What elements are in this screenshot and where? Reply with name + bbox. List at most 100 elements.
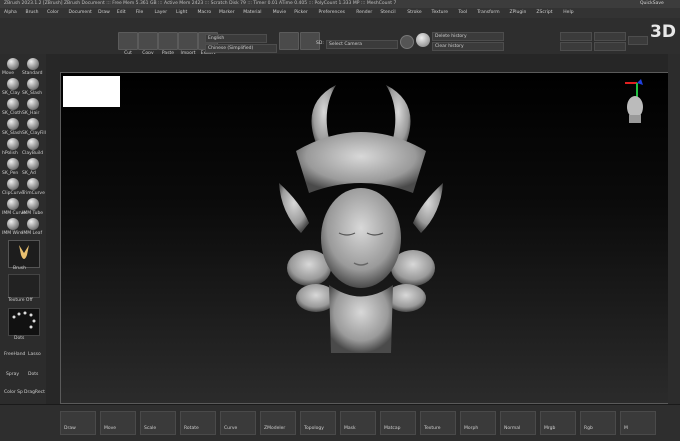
menu-alpha[interactable]: Alpha	[4, 10, 17, 15]
brush-claybuild[interactable]: ClayBuild	[22, 138, 43, 156]
stroke-preview[interactable]	[8, 308, 40, 336]
menu-draw[interactable]: Draw	[98, 10, 110, 15]
paste-button[interactable]: Paste	[158, 32, 178, 56]
freehand-button[interactable]: FreeHand	[4, 352, 25, 357]
bottom-button-move[interactable]: Move	[100, 411, 136, 435]
tray-field-2[interactable]	[594, 32, 626, 41]
bottom-button-scale[interactable]: Scale	[140, 411, 176, 435]
menu-document[interactable]: Document	[69, 10, 92, 15]
menu-brush[interactable]: Brush	[26, 10, 39, 15]
brush-sk-hair[interactable]: SK_Hair	[22, 98, 42, 116]
colorspray-button[interactable]: Color Sp	[4, 390, 23, 395]
language-field[interactable]: English	[205, 34, 267, 43]
sphere-icon[interactable]	[416, 33, 430, 47]
history-field-a[interactable]: Delete history	[432, 32, 504, 41]
menu-tool[interactable]: Tool	[458, 10, 467, 15]
menu-transform[interactable]: Transform	[477, 10, 499, 15]
bottom-button-topology[interactable]: Topology	[300, 411, 336, 435]
bottom-button-rgb[interactable]: Rgb	[580, 411, 616, 435]
menu-zscript[interactable]: ZScript	[536, 10, 552, 15]
brush-standard[interactable]: Standard	[22, 58, 42, 76]
bottom-button-label: M	[624, 426, 628, 431]
brush-sk-ad[interactable]: SK_Ad	[22, 158, 42, 176]
brush-imm-wire[interactable]: IMM Wire	[2, 218, 23, 236]
camera-icon[interactable]	[400, 35, 414, 49]
brush-move[interactable]: Move	[2, 58, 22, 76]
menu-macro[interactable]: Macro	[198, 10, 212, 15]
menu-stencil[interactable]: Stencil	[380, 10, 395, 15]
dots-button[interactable]: Dots	[28, 372, 38, 377]
texture-preview[interactable]	[8, 274, 40, 298]
brush-sk-clayfill[interactable]: SK_ClayFill	[22, 118, 46, 136]
document-canvas[interactable]	[60, 72, 669, 404]
lasso-button[interactable]: Lasso	[28, 352, 41, 357]
menu-layer[interactable]: Layer	[155, 10, 168, 15]
select-camera-field[interactable]: Select Camera	[326, 40, 398, 49]
bottom-button-rotate[interactable]: Rotate	[180, 411, 216, 435]
bottom-button-zmodeler[interactable]: ZModeler	[260, 411, 296, 435]
language-sub-field[interactable]: Chinese (Simplified)	[205, 44, 277, 53]
bottom-button-matcap[interactable]: Matcap	[380, 411, 416, 435]
tray-field-4[interactable]	[594, 42, 626, 51]
menu-bar: Alpha Brush Color Document Draw Edit File Layer…	[0, 8, 680, 18]
stroke-label: Dots	[14, 336, 25, 341]
bottom-button-mrgb[interactable]: Mrgb	[540, 411, 576, 435]
brush-sk-slash[interactable]: SK_Slash	[22, 78, 42, 96]
dragrect-button[interactable]: DragRect	[24, 390, 45, 395]
brush-sk-cloth[interactable]: SK_Cloth	[2, 98, 22, 116]
bottom-button-label: Scale	[144, 426, 157, 431]
cut-button[interactable]: Cut	[118, 32, 138, 56]
bottom-button-label: Texture	[424, 426, 441, 431]
copy-button[interactable]: Copy	[138, 32, 158, 56]
bottom-button-texture[interactable]: Texture	[420, 411, 456, 435]
navigation-head-icon[interactable]	[621, 79, 651, 125]
menu-texture[interactable]: Texture	[432, 10, 448, 15]
bottom-button-morph[interactable]: Morph	[460, 411, 496, 435]
tray-field-3[interactable]	[560, 42, 592, 51]
menu-file[interactable]: File	[136, 10, 144, 15]
texture-label: Texture Off	[8, 298, 33, 303]
brush-imm-curve[interactable]: IMM Curve	[2, 198, 26, 216]
current-brush-preview[interactable]	[8, 240, 40, 268]
menu-color[interactable]: Color	[47, 10, 59, 15]
menu-material[interactable]: Material	[243, 10, 261, 15]
brush-trimcurve[interactable]: TrimCurve	[22, 178, 45, 196]
spray-button[interactable]: Spray	[6, 372, 19, 377]
right-shelf	[668, 54, 680, 420]
brush-sk-clay[interactable]: SK_Clay	[2, 78, 22, 96]
brush-clipcurve[interactable]: ClipCurve	[2, 178, 24, 196]
menu-help[interactable]: Help	[563, 10, 573, 15]
tray-field-1[interactable]	[560, 32, 592, 41]
menu-edit[interactable]: Edit	[117, 10, 126, 15]
quicksave-button[interactable]: QuickSave	[640, 1, 664, 6]
bottom-button-curve[interactable]: Curve	[220, 411, 256, 435]
tray-field-5[interactable]	[628, 36, 648, 45]
menu-render[interactable]: Render	[356, 10, 372, 15]
bottom-button-draw[interactable]: Draw	[60, 411, 96, 435]
menu-light[interactable]: Light	[176, 10, 187, 15]
menu-movie[interactable]: Movie	[273, 10, 286, 15]
bottom-button-label: Mask	[344, 426, 356, 431]
brush-sk-slash-2[interactable]: SK_Slash	[2, 118, 22, 136]
bottom-button-label: Matcap	[384, 426, 401, 431]
document-top-strip	[60, 54, 668, 72]
import-button[interactable]: Import	[178, 32, 198, 56]
brush-preview-icon	[19, 245, 29, 259]
menu-marker[interactable]: Marker	[219, 10, 235, 15]
menu-zplugin[interactable]: ZPlugin	[510, 10, 527, 15]
bottom-button-label: Normal	[504, 426, 521, 431]
bottom-button-normal[interactable]: Normal	[500, 411, 536, 435]
brush-hpolish[interactable]: hPolish	[2, 138, 22, 156]
title-bar: ZBrush 2023.1.2 [ZBrush] ZBrush Document…	[0, 0, 680, 8]
bottom-button-label: Mrgb	[544, 426, 556, 431]
brush-imm-tube[interactable]: IMM Tube	[22, 198, 43, 216]
bottom-button-mask[interactable]: Mask	[340, 411, 376, 435]
brush-sk-pen[interactable]: SK_Pen	[2, 158, 22, 176]
history-field-b[interactable]: Clear history	[432, 42, 504, 51]
brush-imm-leaf[interactable]: IMM Leaf	[22, 218, 42, 236]
bottom-button-m[interactable]: M	[620, 411, 656, 435]
snapshot-icon[interactable]	[279, 32, 299, 50]
menu-picker[interactable]: Picker	[294, 10, 307, 15]
menu-preferences[interactable]: Preferences	[319, 10, 345, 15]
menu-stroke[interactable]: Stroke	[407, 10, 421, 15]
